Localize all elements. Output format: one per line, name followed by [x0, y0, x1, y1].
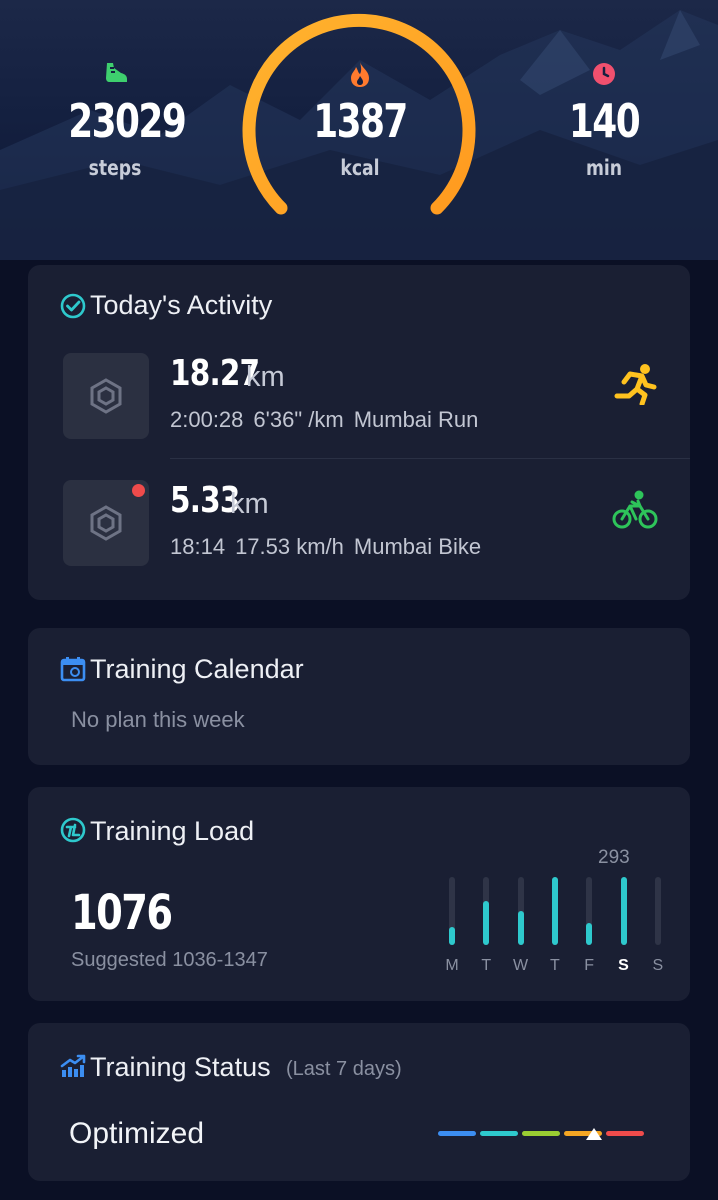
shoe-icon: [55, 60, 175, 88]
status-segment: [606, 1131, 644, 1136]
unread-dot: [132, 484, 145, 497]
activity-distance-unit: km: [230, 488, 269, 520]
load-bar-5: [620, 877, 627, 945]
minutes-value: 140: [568, 94, 641, 148]
calories-unit: kcal: [340, 156, 380, 180]
clock-icon: [544, 60, 664, 88]
activity-distance-unit: km: [246, 361, 285, 393]
day-label: M: [445, 957, 459, 974]
activity-pace: 17.53 km/h: [235, 534, 344, 559]
activity-duration: 18:14: [170, 534, 226, 559]
steps-value: 23029: [68, 94, 187, 148]
load-bar-6: [654, 877, 661, 945]
training-load-icon: [60, 817, 86, 848]
flame-icon: [300, 60, 420, 88]
steps-unit: steps: [88, 156, 142, 180]
day-label: T: [550, 957, 560, 974]
daily-summary: 23029 steps 1387 kcal 140 min: [0, 0, 718, 260]
check-circle-icon: [60, 293, 86, 324]
status-segment: [522, 1131, 560, 1136]
route-logo-icon: [90, 378, 122, 414]
load-bar-fill: [449, 927, 455, 945]
activity-thumbnail: [63, 353, 149, 439]
calories-value: 1387: [313, 94, 408, 148]
card-title: Training Calendar: [90, 654, 304, 684]
load-bar-2: [517, 877, 524, 945]
training-calendar-card[interactable]: Training Calendar No plan this week: [28, 628, 690, 765]
load-bar-fill: [483, 901, 490, 945]
minutes-unit: min: [585, 156, 623, 180]
activity-name: Mumbai Run: [353, 407, 479, 432]
day-label: W: [513, 957, 529, 974]
status-marker-icon: [586, 1128, 603, 1140]
card-title: Today's Activity: [90, 290, 273, 320]
training-load-card[interactable]: Training Load 1076 Suggested 1036-1347 2…: [28, 787, 690, 1001]
activity-meta: 2:00:28 6'36" /km Mumbai Run: [170, 407, 488, 433]
status-segment: [480, 1131, 518, 1136]
steps-stat[interactable]: 23029 steps: [55, 60, 187, 180]
running-icon: [612, 363, 658, 410]
load-bar-3: [551, 877, 558, 945]
load-bar-fill: [551, 877, 558, 945]
load-bar-4: [586, 877, 593, 945]
load-bar-fill: [517, 911, 524, 945]
calendar-empty-message: No plan this week: [71, 707, 245, 732]
route-logo-icon: [90, 505, 122, 541]
weekly-load-chart: MTWTFSS: [434, 869, 664, 989]
activity-name: Mumbai Bike: [353, 534, 482, 559]
divider: [170, 458, 690, 459]
day-label: F: [584, 957, 595, 974]
todays-activity-card[interactable]: Today's Activity 18.27 km 2:00:28 6'36" /…: [28, 265, 690, 600]
day-label: T: [481, 957, 492, 974]
training-status-scale: [28, 1023, 690, 1181]
load-bar-fill: [586, 923, 593, 945]
training-load-suggested: Suggested 1036-1347: [71, 949, 268, 971]
cycling-icon: [612, 490, 658, 535]
load-bar-1: [483, 877, 490, 945]
activity-pace: 6'36" /km: [253, 407, 344, 432]
training-load-peak-label: 293: [598, 847, 630, 868]
minutes-stat[interactable]: 140 min: [544, 60, 664, 180]
day-label: S: [652, 957, 664, 974]
activity-row-run[interactable]: 18.27 km 2:00:28 6'36" /km Mumbai Run: [28, 333, 690, 459]
training-load-value: 1076: [71, 885, 173, 941]
activity-meta: 18:14 17.53 km/h Mumbai Bike: [170, 534, 491, 560]
day-label: S: [618, 957, 629, 974]
calendar-icon: [60, 656, 86, 687]
activity-thumbnail: [63, 480, 149, 566]
activity-duration: 2:00:28: [170, 407, 244, 432]
activity-row-bike[interactable]: 5.33 km 18:14 17.53 km/h Mumbai Bike: [28, 460, 690, 586]
load-bar-0: [449, 877, 455, 945]
status-segment: [438, 1131, 476, 1136]
card-title: Training Load: [90, 816, 255, 846]
load-bar-fill: [620, 877, 627, 945]
calories-stat[interactable]: 1387 kcal: [300, 60, 420, 180]
training-status-card[interactable]: Training Status (Last 7 days) Optimized: [28, 1023, 690, 1181]
